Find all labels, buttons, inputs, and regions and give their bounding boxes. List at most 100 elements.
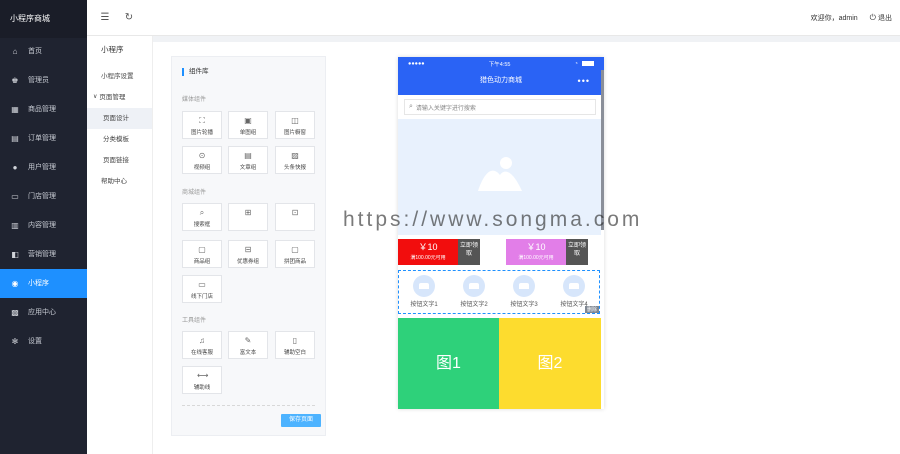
save-page-button[interactable]: 保存页面 xyxy=(281,414,321,427)
sidebar-item-users[interactable]: ● 用户管理 xyxy=(0,153,87,182)
picture-2[interactable]: 图2 xyxy=(499,318,601,409)
user-area: 欢迎你，admin ⏻ 退出 xyxy=(811,13,900,23)
group-buy-icon: ▢ xyxy=(291,245,299,254)
component-video[interactable]: ⊙ 视频组 xyxy=(182,146,222,174)
sidebar-item-marketing[interactable]: ◧ 营销管理 xyxy=(0,240,87,269)
quick-button-3[interactable]: 按钮文字3 xyxy=(505,275,543,308)
sidebar-item-content[interactable]: ▥ 内容管理 xyxy=(0,211,87,240)
quick-button-1[interactable]: 按钮文字1 xyxy=(405,275,443,308)
component-article[interactable]: ▤ 文章组 xyxy=(228,146,268,174)
component-carousel[interactable]: ⛶ 图片轮播 xyxy=(182,111,222,139)
coupon-card-2[interactable]: ￥10 满100.00元可用 立即领取 xyxy=(506,239,588,265)
refresh-icon[interactable]: ↻ xyxy=(123,12,135,24)
phone-title: 猎色动力商城 xyxy=(480,77,522,84)
component-line[interactable]: ⟷ 辅助线 xyxy=(182,366,222,394)
service-icon: ♫ xyxy=(199,336,205,345)
component-group-buy[interactable]: ▢ 拼团商品 xyxy=(275,240,315,268)
sidebar-item-admin[interactable]: ♚ 管理员 xyxy=(0,66,87,95)
picture-1[interactable]: 图1 xyxy=(398,318,499,409)
image-placeholder-icon xyxy=(478,157,522,191)
sidebar-item-stores[interactable]: ▭ 门店管理 xyxy=(0,182,87,211)
logout-button[interactable]: ⏻ 退出 xyxy=(870,13,892,23)
gift-icon: ▦ xyxy=(11,105,19,114)
sidebar-item-label: 设置 xyxy=(28,338,42,345)
submenu-item-page-link[interactable]: 页面链接 xyxy=(87,150,152,171)
signal-icon: ●●●●● xyxy=(408,60,425,67)
coupon-condition: 满100.00元可用 xyxy=(518,255,554,261)
component-service[interactable]: ♫ 在线客服 xyxy=(182,331,222,359)
coupon-claim-button[interactable]: 立即领取 xyxy=(566,239,588,265)
component-single-image[interactable]: ▣ 单图组 xyxy=(228,111,268,139)
quick-button-2[interactable]: 按钮文字2 xyxy=(455,275,493,308)
component-goods[interactable]: ▢ 商品组 xyxy=(182,240,222,268)
apps-icon: ▩ xyxy=(11,308,19,317)
window-icon: ◫ xyxy=(291,116,299,125)
top-bar: ☰ ↻ 欢迎你，admin ⏻ 退出 xyxy=(87,0,900,36)
store-icon: ▭ xyxy=(11,192,19,201)
component-label: 拼团商品 xyxy=(283,259,306,265)
sidebar-item-apps[interactable]: ▩ 应用中心 xyxy=(0,298,87,327)
component-label: 视频组 xyxy=(193,165,211,171)
component-grid[interactable]: ⊡ xyxy=(275,203,315,231)
submenu-group-label: 页面管理 xyxy=(99,94,126,101)
menu-toggle-icon[interactable]: ☰ xyxy=(99,12,111,24)
section-media-title: 媒体组件 xyxy=(182,97,207,103)
sidebar-item-home[interactable]: ⌂ 首页 xyxy=(0,37,87,66)
component-coupon[interactable]: ⊟ 优惠券组 xyxy=(228,240,268,268)
search-placeholder: 请输入关键字进行搜索 xyxy=(415,105,476,112)
nav-icon: ⊞ xyxy=(244,208,252,217)
banner-placeholder[interactable] xyxy=(398,119,601,235)
sidebar-item-label: 商品管理 xyxy=(28,106,56,113)
home-icon: ⌂ xyxy=(12,47,18,56)
component-nav[interactable]: ⊞ xyxy=(228,203,268,231)
coupon-card-1[interactable]: ￥10 满100.00元可用 立即领取 xyxy=(398,239,480,265)
phone-status-bar: ●●●●● 下午4:55 ◔ xyxy=(398,57,604,70)
miniprogram-icon: ◉ xyxy=(11,279,19,288)
sidebar-item-goods[interactable]: ▦ 商品管理 xyxy=(0,95,87,124)
coupon-amount: ￥10 xyxy=(526,242,546,252)
document-icon: ▥ xyxy=(11,221,19,230)
coupon-claim-button[interactable]: 立即领取 xyxy=(458,239,480,265)
sidebar-item-miniprogram[interactable]: ◉ 小程序 xyxy=(0,269,87,298)
component-label: 搜索框 xyxy=(193,222,211,228)
sidebar-item-label: 应用中心 xyxy=(28,309,56,316)
component-offline-store[interactable]: ▭ 线下门店 xyxy=(182,275,222,303)
component-search[interactable]: ⌕ 搜索框 xyxy=(182,203,222,231)
submenu-group-page-manage[interactable]: ∨ 页面管理 xyxy=(87,87,152,108)
submenu-item-help[interactable]: 帮助中心 xyxy=(87,171,152,192)
component-label: 优惠券组 xyxy=(236,259,259,265)
component-label: 图片轮播 xyxy=(190,130,213,136)
component-blank[interactable]: ▯ 辅助空白 xyxy=(275,331,315,359)
button-group-selected[interactable]: 按钮文字1 按钮文字2 按钮文字3 按钮文字4 删除 xyxy=(398,270,600,314)
more-icon[interactable]: ••• xyxy=(578,70,590,92)
sidebar-item-label: 订单管理 xyxy=(28,135,56,142)
component-news[interactable]: ▨ 头条快报 xyxy=(275,146,315,174)
button-label: 按钮文字1 xyxy=(410,302,438,308)
phone-search-input[interactable]: ⌕ 请输入关键字进行搜索 xyxy=(404,99,596,115)
article-icon: ▤ xyxy=(244,151,252,160)
component-richtext[interactable]: ✎ 富文本 xyxy=(228,331,268,359)
phone-scrollbar[interactable] xyxy=(601,70,604,230)
submenu: 小程序 小程序设置 ∨ 页面管理 页面设计 分类模板 页面链接 帮助中心 xyxy=(87,36,153,454)
submenu-item-category-template[interactable]: 分类模板 xyxy=(87,129,152,150)
submenu-item-settings[interactable]: 小程序设置 xyxy=(87,66,152,87)
coupon-value: ￥10 满100.00元可用 xyxy=(506,239,566,265)
quick-button-4[interactable]: 按钮文字4 xyxy=(555,275,593,308)
sidebar-item-orders[interactable]: ▤ 订单管理 xyxy=(0,124,87,153)
order-icon: ▤ xyxy=(11,134,19,143)
button-label: 按钮文字2 xyxy=(460,302,488,308)
blank-icon: ▯ xyxy=(292,336,298,345)
sidebar-item-label: 用户管理 xyxy=(28,164,56,171)
sidebar: 小程序商城 ⌂ 首页 ♚ 管理员 ▦ 商品管理 ▤ 订单管理 ● 用户管理 ▭ 门店管理 ▥… xyxy=(0,0,87,454)
button-image-icon xyxy=(463,275,485,297)
search-icon: ⌕ xyxy=(409,103,413,110)
submenu-item-page-design[interactable]: 页面设计 xyxy=(87,108,152,129)
sidebar-item-settings[interactable]: ✻ 设置 xyxy=(0,327,87,356)
video-icon: ⊙ xyxy=(198,151,206,160)
component-label: 辅助线 xyxy=(193,385,211,391)
delete-tag[interactable]: 删除 xyxy=(584,306,599,313)
offline-store-icon: ▭ xyxy=(198,280,206,289)
divider xyxy=(182,405,315,406)
component-image-window[interactable]: ◫ 图片橱窗 xyxy=(275,111,315,139)
sidebar-item-label: 门店管理 xyxy=(28,193,56,200)
